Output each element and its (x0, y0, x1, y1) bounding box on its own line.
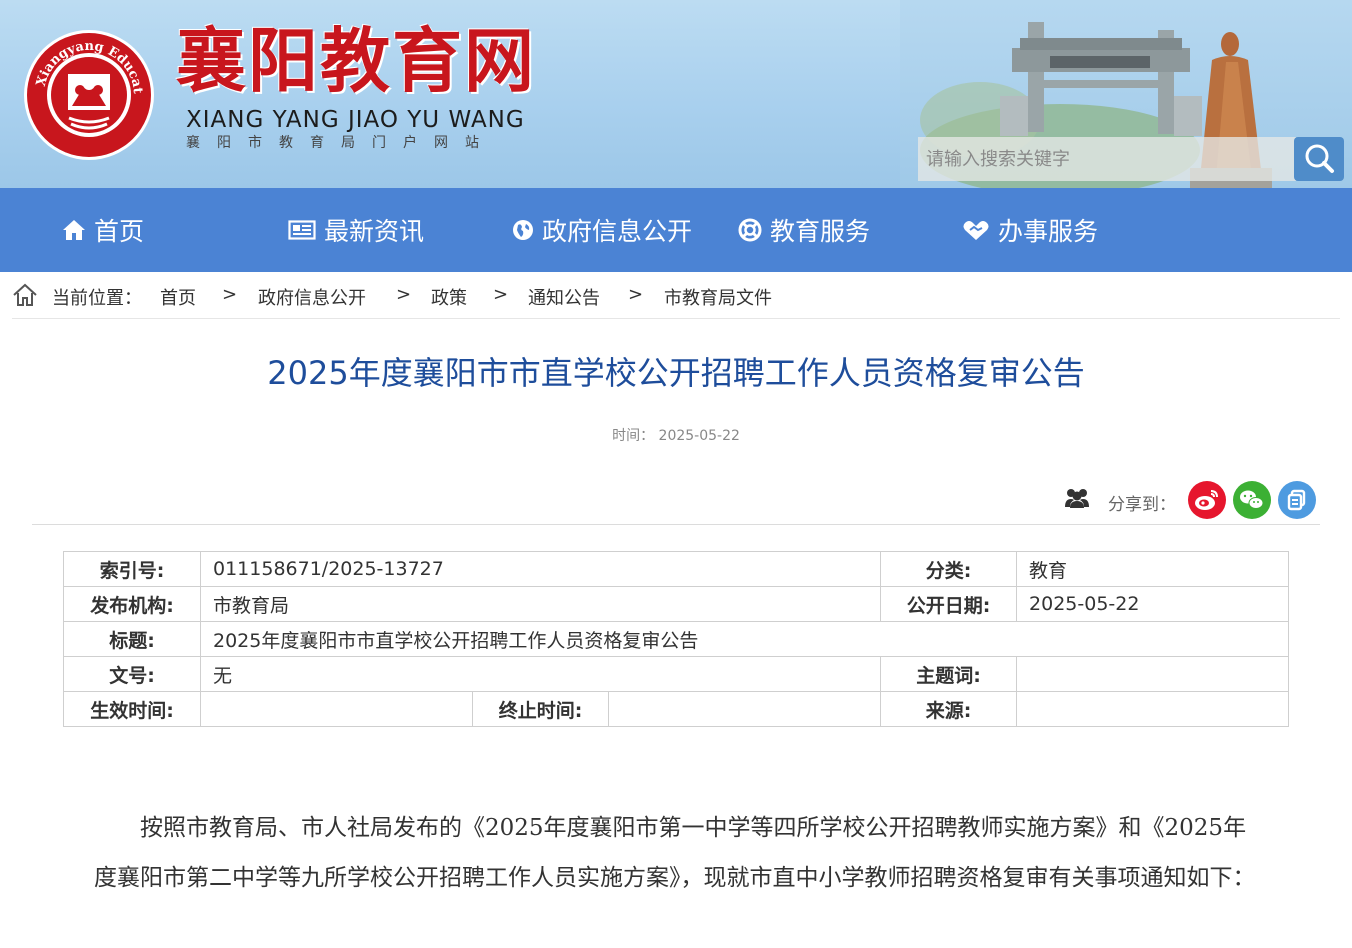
share-label: 分享到： (1108, 495, 1176, 515)
nav-item-label: 最新资讯 (324, 217, 425, 246)
home-icon (63, 220, 85, 240)
article-time: 时间： 2025-05-22 (0, 425, 1352, 445)
publisher-label: 发布机构: (63, 586, 201, 622)
share-copy-button[interactable] (1278, 481, 1316, 519)
table-row: 标题: 2025年度襄阳市市直学校公开招聘工作人员资格复审公告 (63, 621, 1290, 657)
pubdate-value: 2025-05-22 (1016, 586, 1290, 622)
docno-label: 文号: (63, 656, 201, 692)
globe-icon (513, 220, 533, 240)
body-paragraph: 按照市教育局、市人社局发布的《2025年度襄阳市第一中学等四所学校公开招聘教师实… (94, 815, 1256, 891)
keywords-label: 主题词: (880, 656, 1018, 692)
share-wechat-button[interactable] (1233, 481, 1271, 519)
lifebuoy-icon (738, 218, 762, 242)
nav-item-news[interactable]: 最新资讯 (288, 188, 424, 272)
nav-item-home[interactable]: 首页 (62, 188, 144, 272)
copy-icon (1287, 489, 1306, 511)
breadcrumb-divider (12, 318, 1340, 319)
document-info-table: 索引号: 011158671/2025-13727 分类: 教育 发布机构: 市… (63, 551, 1290, 727)
source-value (1016, 691, 1290, 727)
nav-item-gov-info[interactable]: 政府信息公开 (512, 188, 692, 272)
table-row: 文号: 无 主题词: (63, 656, 1290, 692)
breadcrumb: 当前位置： 首页 > 政府信息公开 > 政策 > 通知公告 > 市教育局文件 (0, 272, 1352, 318)
table-row: 索引号: 011158671/2025-13727 分类: 教育 (63, 551, 1290, 587)
article-title: 2025年度襄阳市市直学校公开招聘工作人员资格复审公告 (267, 354, 1085, 392)
site-subtitle: 襄阳市教育局门户网站 (186, 135, 496, 151)
nav-item-affairs[interactable]: 办事服务 (962, 188, 1098, 272)
index-value: 011158671/2025-13727 (199, 551, 882, 587)
site-pinyin: XIANG YANG JIAO YU WANG (186, 107, 525, 133)
handshake-icon (963, 221, 989, 240)
nav-item-label: 首页 (94, 217, 145, 246)
breadcrumb-link-bureau-docs[interactable]: 市教育局文件 (664, 284, 772, 310)
article-body: 按照市教育局、市人社局发布的《2025年度襄阳市第一中学等四所学校公开招聘教师实… (94, 803, 1260, 903)
breadcrumb-link-notices[interactable]: 通知公告 (528, 284, 600, 310)
publisher-value: 市教育局 (199, 586, 882, 622)
title-label: 标题: (63, 621, 201, 657)
weibo-icon (1195, 490, 1218, 510)
breadcrumb-separator: > (628, 284, 644, 305)
search-input[interactable] (918, 137, 1296, 181)
search-button[interactable] (1294, 137, 1344, 181)
expiry-value (607, 691, 882, 727)
main-nav: 首页 最新资讯 政府信息公开 教育服务 办事服务 (0, 188, 1352, 272)
news-icon (288, 220, 316, 240)
index-label: 索引号: (63, 551, 201, 587)
users-icon (1065, 489, 1089, 508)
category-value: 教育 (1016, 551, 1290, 587)
article-time-value: 2025-05-22 (658, 428, 740, 444)
breadcrumb-link-home[interactable]: 首页 (160, 284, 196, 310)
breadcrumb-link-policy[interactable]: 政策 (431, 284, 467, 310)
article-time-label: 时间： (612, 428, 655, 444)
home-outline-icon (13, 283, 37, 306)
title-value: 2025年度襄阳市市直学校公开招聘工作人员资格复审公告 (199, 621, 1290, 657)
breadcrumb-separator: > (493, 284, 509, 305)
effective-value (200, 691, 473, 727)
table-row: 生效时间: 终止时间: 来源: (63, 691, 1290, 727)
share-weibo-button[interactable] (1188, 481, 1226, 519)
article-divider (32, 524, 1320, 525)
nav-item-edu-service[interactable]: 教育服务 (738, 188, 870, 272)
breadcrumb-separator: > (396, 284, 412, 305)
nav-item-label: 教育服务 (770, 217, 871, 246)
expiry-label: 终止时间: (472, 691, 609, 727)
site-title: 襄阳教育网 (176, 19, 536, 102)
site-logo-seal: Xiangyang Education (22, 28, 154, 160)
breadcrumb-prefix: 当前位置： (52, 288, 142, 309)
docno-value: 无 (199, 656, 882, 692)
site-header: Xiangyang Education 襄阳教育网 XIANG YANG JIA… (0, 0, 1352, 188)
table-row: 发布机构: 市教育局 公开日期: 2025-05-22 (63, 586, 1290, 622)
breadcrumb-link-gov-info[interactable]: 政府信息公开 (258, 284, 366, 310)
nav-item-label: 办事服务 (998, 217, 1099, 246)
source-label: 来源: (880, 691, 1018, 727)
effective-label: 生效时间: (63, 691, 201, 727)
nav-item-label: 政府信息公开 (542, 217, 693, 246)
keywords-value (1016, 656, 1290, 692)
wechat-icon (1240, 490, 1264, 509)
breadcrumb-separator: > (222, 284, 238, 305)
search-icon (1305, 144, 1334, 173)
pubdate-label: 公开日期: (880, 586, 1018, 622)
category-label: 分类: (880, 551, 1018, 587)
